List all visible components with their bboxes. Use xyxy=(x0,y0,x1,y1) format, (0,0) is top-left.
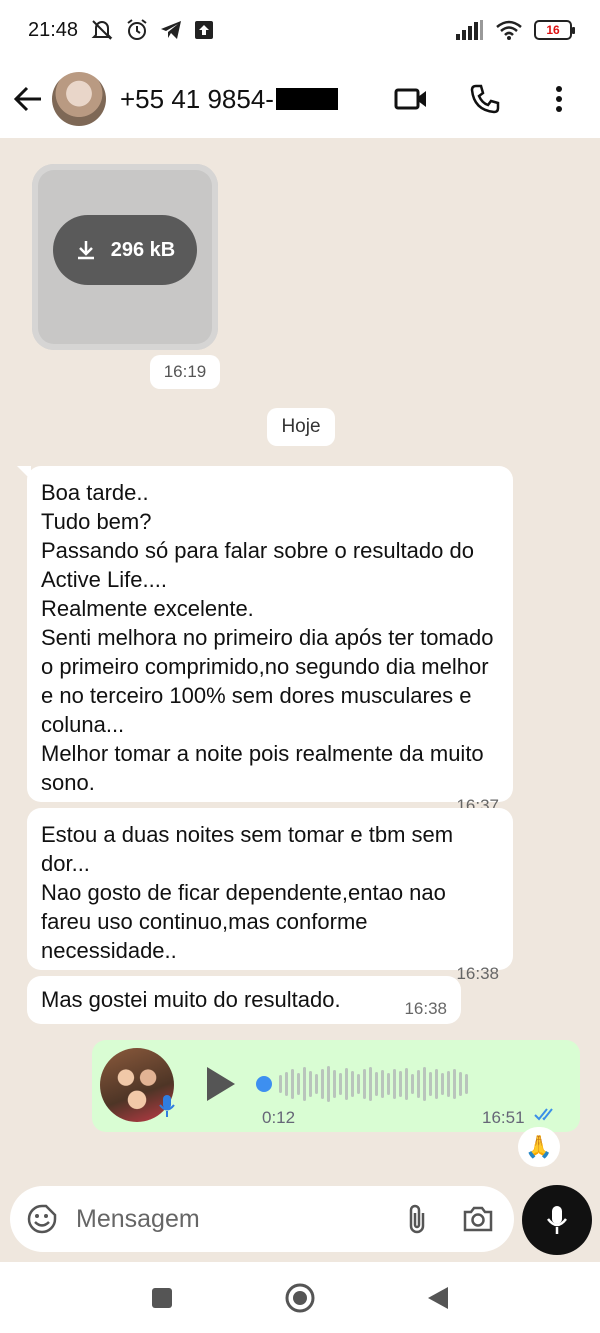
incoming-message[interactable]: Estou a duas noites sem tomar e tbm sem … xyxy=(27,808,513,983)
contact-name[interactable]: +55 41 9854- xyxy=(120,84,338,115)
waveform-bar xyxy=(339,1073,342,1095)
voice-duration: 0:12 xyxy=(262,1108,296,1127)
waveform-bar xyxy=(285,1072,288,1096)
voice-waveform[interactable] xyxy=(256,1064,556,1104)
wifi-icon xyxy=(496,20,522,40)
voice-time: 16:51 xyxy=(482,1108,525,1127)
video-call-button[interactable] xyxy=(394,82,428,116)
message-text: Mas gostei muito do resultado. xyxy=(41,987,341,1012)
waveform-bar xyxy=(321,1069,324,1099)
message-input-bar xyxy=(10,1186,514,1252)
waveform-bar xyxy=(369,1067,372,1101)
waveform-bar xyxy=(417,1070,420,1098)
more-vert-icon xyxy=(556,86,562,112)
waveform-bar xyxy=(357,1074,360,1094)
waveform-bar xyxy=(453,1069,456,1099)
upload-icon xyxy=(195,21,214,39)
waveform-bar xyxy=(447,1071,450,1097)
waveform-bar xyxy=(459,1072,462,1096)
waveform-bar xyxy=(351,1071,354,1097)
home-icon[interactable] xyxy=(284,1282,316,1314)
download-button[interactable]: 296 kB xyxy=(53,215,197,285)
recents-icon[interactable] xyxy=(150,1286,174,1310)
waveform-bar xyxy=(399,1071,402,1097)
mic-badge-icon xyxy=(159,1095,175,1117)
waveform-bar xyxy=(315,1074,318,1094)
waveform-bar xyxy=(303,1067,306,1101)
waveform-bar xyxy=(435,1069,438,1099)
waveform-bar xyxy=(309,1071,312,1097)
record-voice-button[interactable] xyxy=(522,1185,592,1255)
waveform-bar xyxy=(381,1070,384,1098)
outgoing-voice-message[interactable]: 0:12 16:51 xyxy=(92,1040,580,1132)
waveform-bar xyxy=(393,1069,396,1099)
message-input[interactable] xyxy=(76,1204,376,1234)
message-text: Boa tarde.. Tudo bem? Passando só para f… xyxy=(41,480,494,795)
message-time: 16:38 xyxy=(404,999,447,1018)
status-time: 21:48 xyxy=(28,18,79,41)
system-nav-bar xyxy=(0,1262,600,1333)
alarm-icon xyxy=(127,19,147,40)
waveform-bar xyxy=(465,1074,468,1094)
media-timestamp: 16:19 xyxy=(150,355,220,389)
waveform-bar xyxy=(345,1068,348,1100)
waveform-bar xyxy=(429,1072,432,1096)
waveform-bar xyxy=(375,1072,378,1096)
battery-icon: 16 xyxy=(534,20,575,40)
download-icon xyxy=(77,241,94,260)
camera-icon[interactable] xyxy=(462,1205,494,1233)
voice-call-button[interactable] xyxy=(468,82,502,116)
waveform-bar xyxy=(291,1069,294,1099)
battery-level: 16 xyxy=(546,23,560,37)
waveform-bar xyxy=(405,1068,408,1100)
mic-icon xyxy=(547,1206,567,1234)
video-call-icon xyxy=(394,88,426,110)
waveform-bar xyxy=(363,1069,366,1099)
signal-icon xyxy=(456,20,483,40)
more-options-button[interactable] xyxy=(542,82,576,116)
waveform-bar xyxy=(297,1073,300,1095)
voice-mic-badge xyxy=(156,1092,178,1120)
mute-icon xyxy=(91,20,113,40)
redaction-box xyxy=(275,88,338,110)
telegram-icon xyxy=(161,21,182,39)
download-size: 296 kB xyxy=(110,238,176,261)
waveform-bar xyxy=(327,1066,330,1102)
waveform-bar xyxy=(387,1073,390,1095)
play-icon xyxy=(207,1067,235,1101)
playback-scrubber[interactable] xyxy=(256,1076,272,1092)
back-button[interactable] xyxy=(10,81,46,117)
waveform-bar xyxy=(411,1074,414,1094)
message-text: Estou a duas noites sem tomar e tbm sem … xyxy=(41,822,454,963)
back-arrow-icon xyxy=(13,86,41,112)
chat-header: +55 41 9854- xyxy=(0,60,600,138)
contact-avatar[interactable] xyxy=(52,72,106,126)
emoji-icon[interactable] xyxy=(26,1203,58,1235)
date-divider: Hoje xyxy=(267,408,335,446)
status-bar: 21:48 16 xyxy=(0,0,600,60)
incoming-message[interactable]: Boa tarde.. Tudo bem? Passando só para f… xyxy=(17,466,513,815)
contact-name-text: +55 41 9854- xyxy=(120,83,274,114)
reaction-emoji[interactable]: 🙏 xyxy=(518,1127,560,1167)
incoming-message[interactable]: Mas gostei muito do resultado. 16:38 xyxy=(27,976,461,1024)
attach-icon[interactable] xyxy=(406,1203,428,1235)
waveform-bar xyxy=(423,1067,426,1101)
phone-icon xyxy=(470,84,500,114)
play-button[interactable] xyxy=(204,1064,238,1104)
waveform-bar xyxy=(333,1070,336,1098)
waveform-bar xyxy=(279,1075,282,1093)
back-icon[interactable] xyxy=(426,1285,450,1311)
double-check-icon xyxy=(534,1108,553,1121)
waveform-bar xyxy=(441,1073,444,1095)
